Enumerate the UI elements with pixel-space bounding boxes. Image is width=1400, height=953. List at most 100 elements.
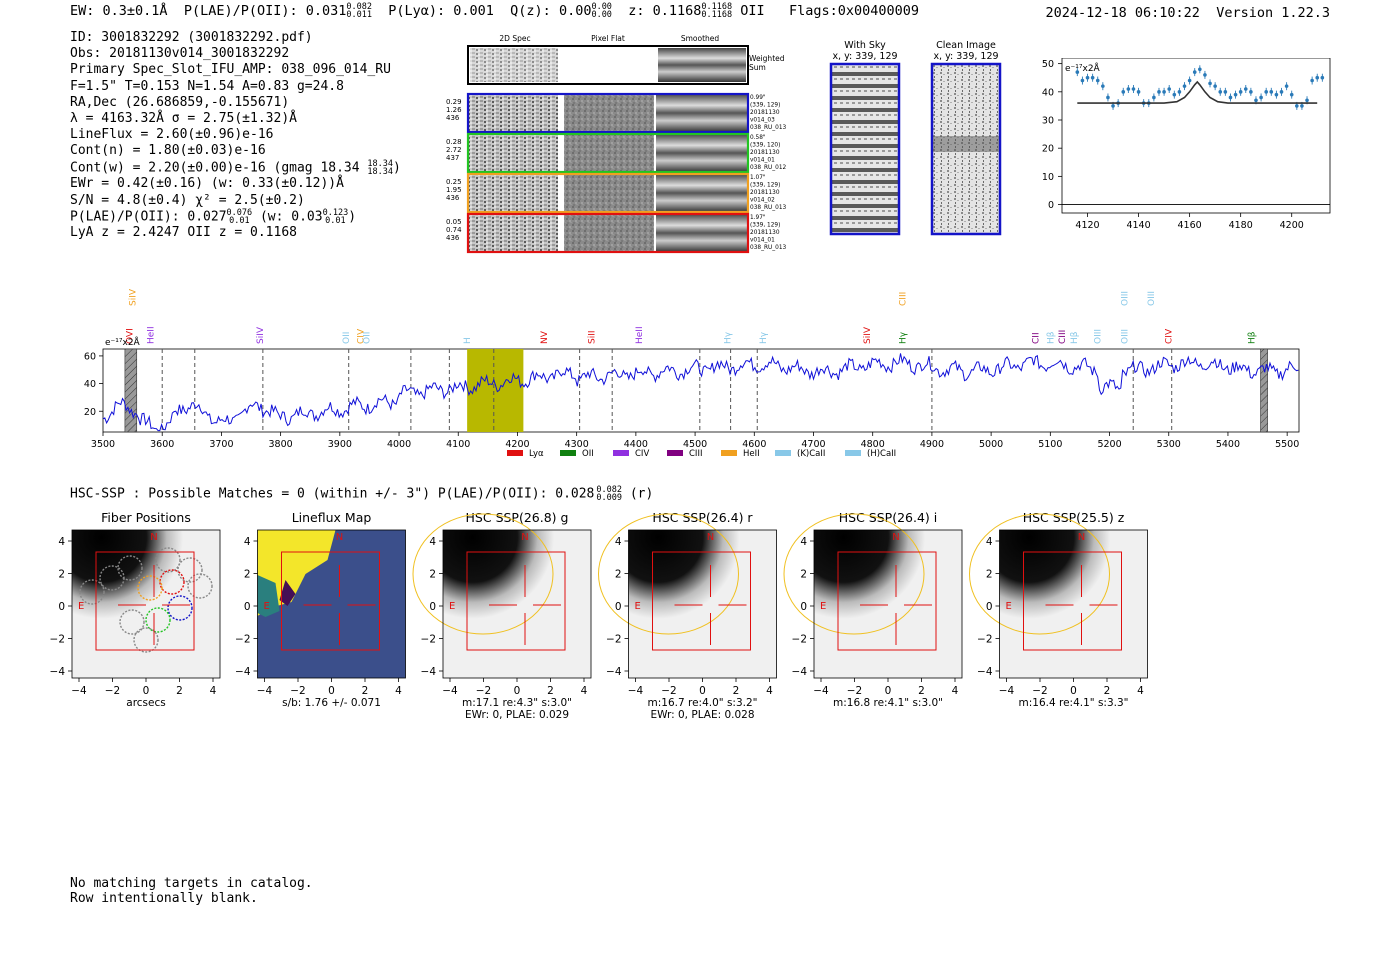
hsc-x-tick-label: 0 (885, 685, 892, 697)
with-sky-image (829, 62, 901, 236)
zoom-data-point (1315, 75, 1320, 80)
info-block: ID: 3001832292 (3001832292.pdf) Obs: 201… (70, 30, 401, 242)
zoom-data-point (1192, 70, 1197, 74)
info-radec: RA,Dec (26.686859,-0.155671) (70, 94, 290, 110)
flags-value: Flags:0x00400009 (789, 3, 920, 19)
hsc-panels: Fiber Positions N E 4 2 0 −2 −4 −4 −2 0 2 4 arcsecs Li… (50, 510, 1148, 721)
hsc-x-tick-label: 4 (952, 685, 959, 697)
info-primary: Primary Spec_Slot_IFU_AMP: 038_096_014_R… (70, 62, 391, 78)
north-label: N (150, 532, 157, 543)
zoom-y-tick-label: 30 (1042, 116, 1054, 127)
spec-x-tick-label: 4900 (920, 439, 944, 450)
species-label: H (463, 337, 473, 344)
zoom-data-point (1101, 84, 1105, 88)
legend-label: (H)CaII (867, 449, 896, 459)
north-label: N (892, 532, 899, 543)
spectrum-legend: Lyα OII CIV CIII HeII (K)CaII (H)CaII (507, 449, 896, 459)
stamp-left-label: 436 (446, 114, 460, 122)
footer: No matching targets in catalog. Row inte… (70, 876, 313, 906)
zoom-data-point (1095, 78, 1100, 83)
stamp-left-label: 0.05 (446, 218, 462, 226)
hsc-panel: HSC SSP(26.4) i N E 4 2 0 −2 −4 −4 −2 0 2 4 m:16.8 re… (783, 510, 963, 709)
z-bounds: 0.1168 0.1168 (701, 2, 733, 20)
hsc-y-tick-label: −2 (50, 634, 65, 646)
zoom-data-point (1182, 84, 1187, 88)
hsc-x-tick-label: −2 (661, 685, 676, 697)
stamp-right-label: (339, 129) (750, 223, 780, 229)
stamp-smooth-image (656, 134, 748, 172)
clean-xy: x, y: 339, 129 (933, 51, 998, 62)
hsc-x-tick-label: −4 (71, 685, 87, 697)
legend-label: OII (582, 449, 594, 459)
spec-x-tick-label: 3900 (328, 439, 352, 450)
zoom-plot-frame (1061, 58, 1331, 214)
spec-x-tick-label: 4000 (387, 439, 411, 450)
z-value: z: 0.1168 (628, 3, 702, 19)
stamp-right-label: 038_RU_013 (750, 125, 787, 131)
zoom-y-tick-label: 10 (1042, 172, 1054, 183)
stamp-right-label: 038_RU_012 (750, 165, 787, 171)
north-label: N (1078, 532, 1085, 543)
species-label: OII (363, 332, 373, 344)
species-label: CIII (898, 292, 908, 306)
plae-bounds: 0.082 0.011 (346, 2, 372, 20)
species-label: CIII (1058, 330, 1068, 344)
spec-x-tick-label: 5300 (1157, 439, 1181, 450)
hsc-y-tick-label: −2 (606, 634, 621, 646)
species-labels: SiIVOVI HeII SiIV OII CIVOII H NV SiII HeII Hγ Hγ S… (126, 288, 1258, 344)
info-contn: Cont(n) = 1.80(±0.03)e-16 (70, 143, 266, 159)
hsc-y-tick-label: 2 (429, 569, 436, 581)
stamp-flat-image (564, 134, 654, 172)
spec-x-tick-label: 5000 (979, 439, 1003, 450)
north-label: N (521, 532, 528, 543)
clean-title: Clean Image (936, 40, 996, 51)
zoom-data-point (1228, 95, 1233, 100)
zoom-data-point (1274, 92, 1279, 97)
hsc-x-tick-label: 0 (143, 685, 150, 697)
hsc-y-tick-label: −2 (421, 634, 436, 646)
qz-bounds: 0.00 0.00 (591, 2, 612, 20)
info-obs: Obs: 20181130v014_3001832292 (70, 46, 290, 62)
hsc-caption: m:16.8 re:4.1" s:3.0" (833, 697, 943, 709)
zoom-x-tick-label: 4140 (1126, 220, 1150, 230)
zoom-data-point (1090, 75, 1095, 80)
hsc-y-tick-label: 4 (58, 536, 65, 548)
species-label: HeII (635, 326, 645, 344)
stamp-right-label: v014_02 (750, 198, 775, 204)
hsc-panel-title: HSC SSP(26.8) g (466, 510, 569, 525)
hsc-x-tick-label: −4 (999, 685, 1015, 697)
hsc-x-tick-label: −2 (105, 685, 120, 697)
spec-y-tick-label: 40 (84, 379, 96, 390)
zoom-x-tick-label: 4160 (1178, 220, 1202, 230)
stamp-smooth-image (656, 174, 748, 212)
stamp-left-label: 0.74 (446, 226, 462, 234)
zoom-data-point (1131, 87, 1136, 91)
info-params: F=1.5" T=0.153 N=1.54 A=0.83 g=24.8 (70, 78, 344, 94)
info-id: ID: 3001832292 (3001832292.pdf) (70, 30, 313, 45)
hsc-caption: m:16.4 re:4.1" s:3.3" (1019, 697, 1129, 709)
hsc-x-tick-label: −4 (442, 685, 458, 697)
east-label: E (264, 601, 270, 612)
hsc-caption-2: EWr: 0, PLAE: 0.029 (465, 709, 569, 721)
spec-y-tick-label: 20 (84, 407, 96, 418)
species-label: OIII (1120, 291, 1130, 306)
info-lambda: λ = 4163.32Å σ = 2.75(±1.32)Å (70, 111, 297, 127)
east-label: E (78, 601, 84, 612)
hsc-panel-title: Fiber Positions (101, 510, 191, 525)
stamps-panel: 2D Spec Pixel Flat Smoothed Weighted Sum… (446, 34, 787, 254)
species-label: Hβ (1248, 331, 1258, 344)
stamp-2d-image (468, 94, 558, 132)
zoom-data-point (1284, 84, 1289, 88)
spec-x-tick-label: 3600 (150, 439, 174, 450)
qz-value: Q(z): 0.00 (510, 3, 592, 19)
hsc-x-tick-label: −2 (1032, 685, 1047, 697)
hsc-panel-title: HSC SSP(25.5) z (1023, 510, 1125, 525)
zoom-y-tick-label: 20 (1042, 144, 1054, 155)
header-bar: EW: 0.3±0.1Å P(LAE)/P(OII): 0.031 0.082 0.… (70, 2, 920, 20)
stamp-left-label: 0.25 (446, 178, 462, 186)
species-label: SiIV (129, 288, 139, 306)
species-label: Hγ (724, 331, 734, 344)
zoom-data-point (1126, 87, 1131, 91)
spec-x-tick-label: 4100 (446, 439, 470, 450)
col-pixel-flat: Pixel Flat (591, 34, 625, 43)
